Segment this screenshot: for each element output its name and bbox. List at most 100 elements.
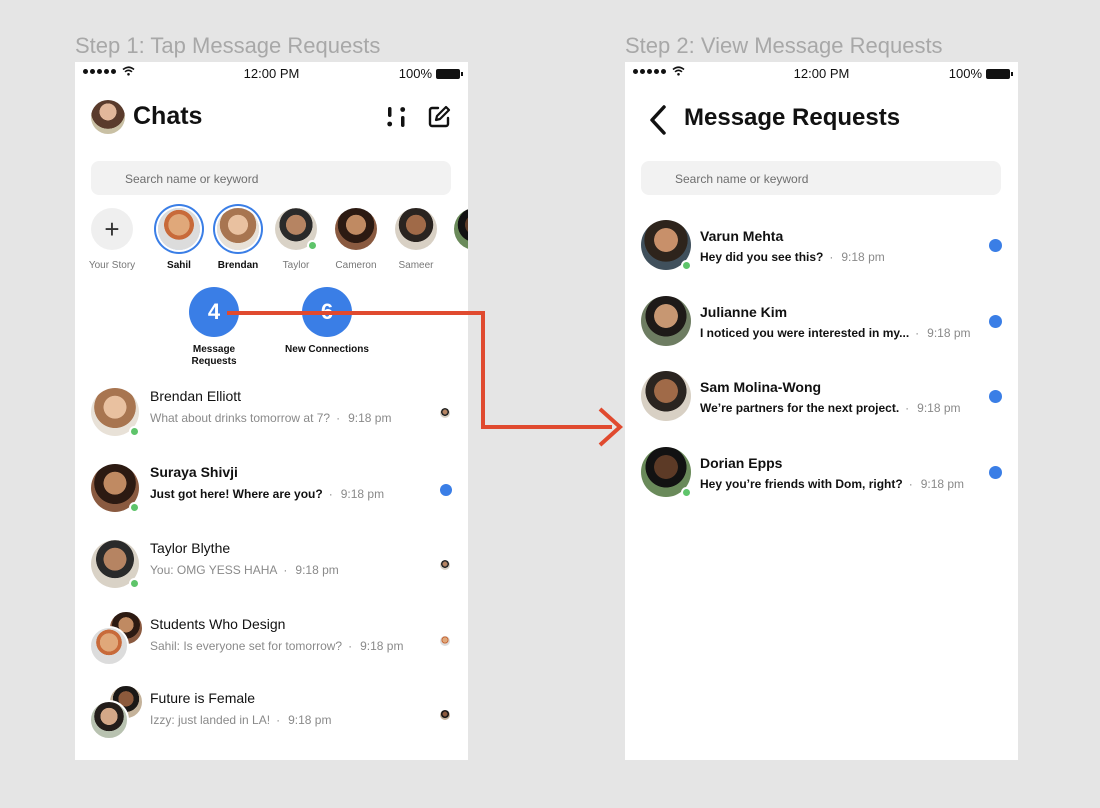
plus-icon[interactable]: + <box>91 208 133 250</box>
story-cameron[interactable]: Cameron <box>326 208 386 271</box>
story-label: Sahil <box>167 260 191 271</box>
seen-avatar <box>440 408 450 418</box>
unread-indicator <box>989 466 1002 479</box>
avatar[interactable] <box>335 208 377 250</box>
search-input[interactable]: Search name or keyword <box>91 161 451 195</box>
chat-time: 9:18 pm <box>329 487 384 501</box>
avatar <box>91 464 140 513</box>
seen-avatar <box>440 710 450 720</box>
unread-indicator <box>989 315 1002 328</box>
online-indicator <box>129 578 140 589</box>
page-title: Message Requests <box>684 104 901 131</box>
step1-label: Step 1: Tap Message Requests <box>75 33 381 58</box>
request-name: Julianne Kim <box>700 304 788 320</box>
story-partial[interactable]: As <box>445 208 468 271</box>
story-label: Cameron <box>335 260 377 271</box>
chat-row[interactable]: Brendan Elliott What about drinks tomorr… <box>75 378 468 448</box>
battery-percent: 100% <box>398 66 432 81</box>
online-indicator <box>129 426 140 437</box>
story-label: As <box>445 260 468 271</box>
request-name: Varun Mehta <box>700 228 784 244</box>
story-taylor[interactable]: Taylor <box>266 208 326 271</box>
seen-avatar <box>440 636 450 646</box>
seen-avatar <box>440 560 450 570</box>
request-row[interactable]: Varun Mehta Hey did you see this? 9:18 pm <box>625 220 1018 290</box>
chat-row[interactable]: Taylor Blythe You: OMG YESS HAHA 9:18 pm <box>75 530 468 600</box>
message-requests-screen: 12:00 PM 100% Message Requests Search na… <box>625 62 1018 760</box>
chat-time: 9:18 pm <box>348 639 403 653</box>
new-connections-label: New Connections <box>285 344 369 355</box>
story-brendan[interactable]: Brendan <box>208 208 268 271</box>
story-your-story[interactable]: + Your Story <box>82 208 142 271</box>
story-sameer[interactable]: Sameer <box>386 208 446 271</box>
chat-time: 9:18 pm <box>283 563 338 577</box>
chat-time: 9:18 pm <box>276 713 331 727</box>
request-row[interactable]: Dorian Epps Hey you’re friends with Dom,… <box>625 447 1018 517</box>
online-indicator <box>681 260 692 271</box>
online-indicator <box>681 487 692 498</box>
filter-icon[interactable] <box>384 104 410 130</box>
avatar <box>641 447 692 498</box>
avatar <box>91 388 140 437</box>
avatar <box>91 540 140 589</box>
status-bar: 12:00 PM 100% <box>625 62 1018 84</box>
request-message: Hey you’re friends with Dom, right? <box>700 477 903 491</box>
request-name: Dorian Epps <box>700 455 783 471</box>
chat-message: Sahil: Is everyone set for tomorrow? <box>150 639 343 653</box>
story-label: Taylor <box>282 260 310 271</box>
chat-name: Taylor Blythe <box>150 540 231 556</box>
avatar[interactable] <box>275 208 318 251</box>
search-input[interactable]: Search name or keyword <box>641 161 1001 195</box>
chat-row[interactable]: Students Who Design Sahil: Is everyone s… <box>75 606 468 676</box>
request-name: Sam Molina-Wong <box>700 379 822 395</box>
avatar <box>641 220 692 271</box>
group-avatar <box>89 626 129 666</box>
avatar[interactable] <box>454 208 468 250</box>
chat-row[interactable]: Suraya Shivji Just got here! Where are y… <box>75 454 468 524</box>
avatar[interactable] <box>217 208 259 250</box>
story-label: Your Story <box>88 260 136 271</box>
status-bar: 12:00 PM 100% <box>75 62 468 84</box>
new-connections-button[interactable]: 6 <box>302 287 352 337</box>
battery-percent: 100% <box>948 66 982 81</box>
chat-message: Just got here! Where are you? <box>150 487 323 501</box>
unread-indicator <box>989 239 1002 252</box>
message-requests-label: Message Requests <box>191 344 237 367</box>
back-icon[interactable] <box>647 104 671 136</box>
request-row[interactable]: Sam Molina-Wong We’re partners for the n… <box>625 371 1018 441</box>
chat-message: What about drinks tomorrow at 7? <box>150 411 331 425</box>
battery-icon <box>436 68 463 79</box>
avatar[interactable] <box>158 208 200 250</box>
request-message: I noticed you were interested in my... <box>700 326 910 340</box>
online-indicator <box>307 240 318 251</box>
request-message: We’re partners for the next project. <box>700 401 900 415</box>
profile-avatar[interactable] <box>91 100 125 134</box>
request-row[interactable]: Julianne Kim I noticed you were interest… <box>625 296 1018 366</box>
requests-header: Message Requests <box>625 84 1018 156</box>
chats-header: Chats <box>75 84 468 156</box>
step2-label: Step 2: View Message Requests <box>625 33 943 58</box>
battery-icon <box>986 68 1013 79</box>
compose-icon[interactable] <box>426 104 452 130</box>
stories-row: + Your Story Sahil Brendan Taylor Camero… <box>75 208 468 278</box>
avatar <box>641 371 691 421</box>
chat-name: Suraya Shivji <box>150 464 238 480</box>
story-sahil[interactable]: Sahil <box>149 208 209 271</box>
request-time: 9:18 pm <box>905 401 960 415</box>
group-avatar <box>89 700 129 740</box>
avatar <box>641 296 691 346</box>
avatar[interactable] <box>395 208 437 250</box>
unread-indicator <box>989 390 1002 403</box>
message-requests-button[interactable]: 4 <box>189 287 239 337</box>
chat-name: Future is Female <box>150 690 256 706</box>
chat-name: Brendan Elliott <box>150 388 242 404</box>
request-time: 9:18 pm <box>909 477 964 491</box>
chat-row[interactable]: Future is Female Izzy: just landed in LA… <box>75 680 468 750</box>
story-label: Brendan <box>217 260 259 271</box>
chat-time: 9:18 pm <box>336 411 391 425</box>
page-title: Chats <box>133 102 203 130</box>
unread-indicator <box>440 484 452 496</box>
request-time: 9:18 pm <box>829 250 884 264</box>
online-indicator <box>129 502 140 513</box>
chat-name: Students Who Design <box>150 616 286 632</box>
